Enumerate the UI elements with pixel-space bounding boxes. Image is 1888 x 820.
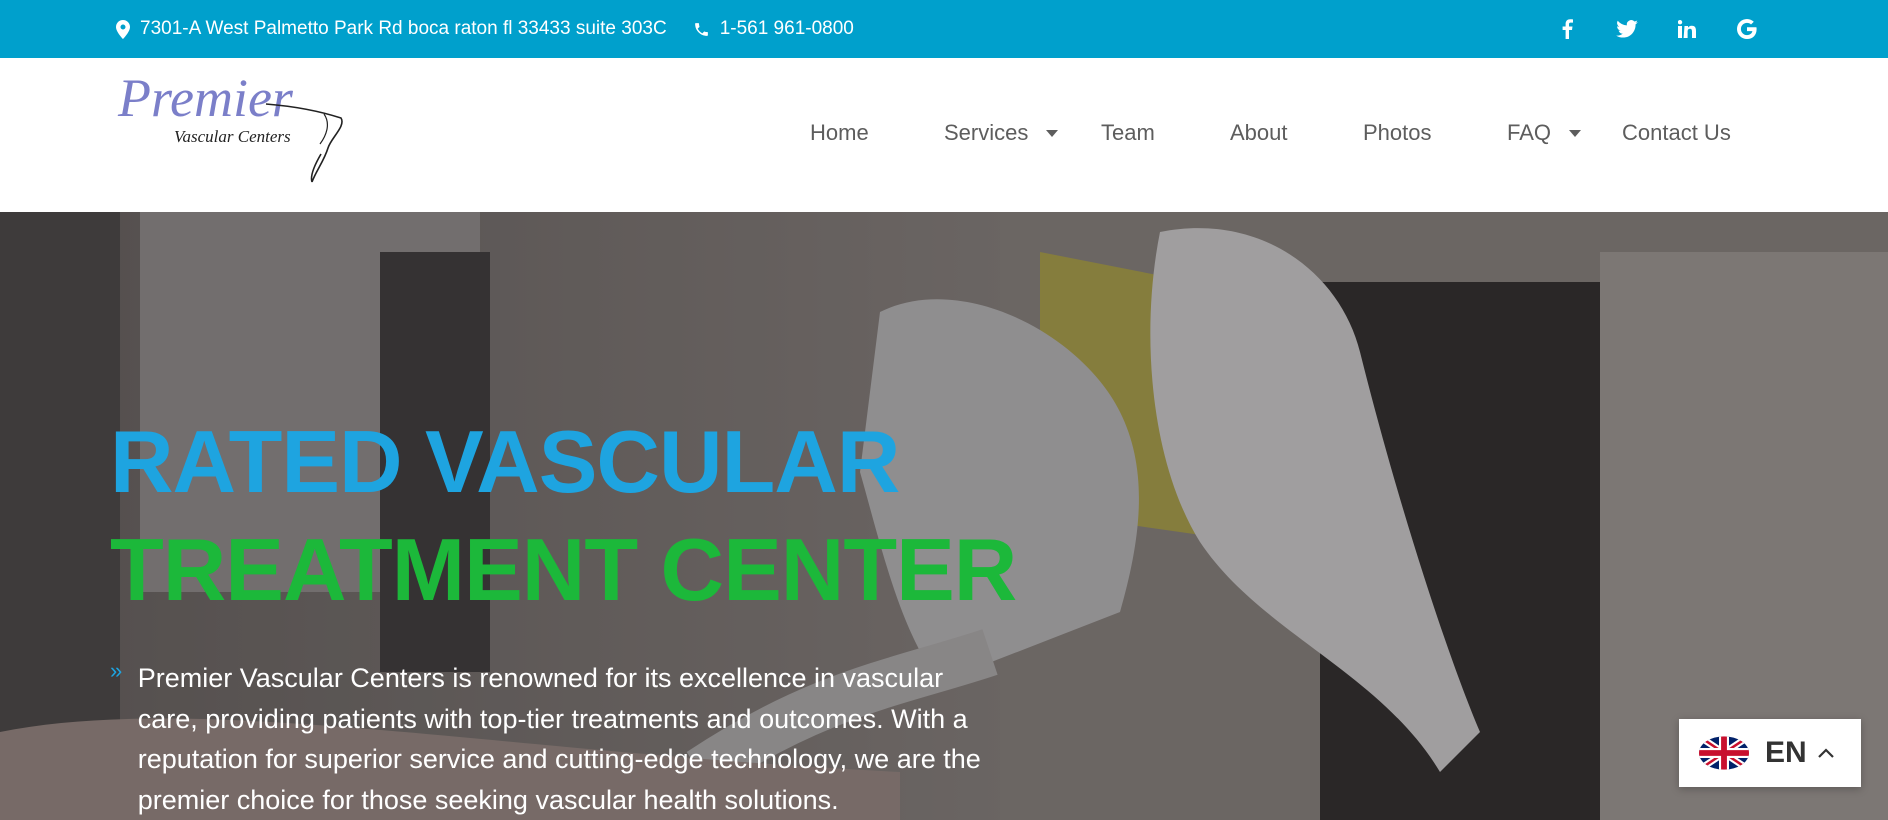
site-header: Premier Vascular Centers Home Services T… <box>0 58 1888 212</box>
hero-section: RATED VASCULAR TREATMENT CENTER » Premie… <box>0 212 1888 820</box>
nav-faq-label: FAQ <box>1507 120 1552 145</box>
nav-about[interactable]: About <box>1230 120 1288 146</box>
nav-team[interactable]: Team <box>1101 120 1155 146</box>
twitter-link[interactable] <box>1612 14 1642 44</box>
linkedin-link[interactable] <box>1672 14 1702 44</box>
nav-team-label: Team <box>1101 120 1155 145</box>
google-icon <box>1737 19 1757 39</box>
nav-services-label: Services <box>944 120 1029 145</box>
language-code: EN <box>1765 736 1807 769</box>
social-links <box>1522 0 1762 58</box>
hero-description: » Premier Vascular Centers is renowned f… <box>110 658 1010 820</box>
hero-description-text: Premier Vascular Centers is renowned for… <box>137 663 981 815</box>
uk-flag-icon <box>1699 736 1749 770</box>
google-link[interactable] <box>1732 14 1762 44</box>
nav-faq[interactable]: FAQ <box>1507 120 1582 146</box>
main-nav: Home Services Team About Photos FAQ Cont… <box>0 58 1888 212</box>
phone-text[interactable]: 1-561 961-0800 <box>720 18 854 40</box>
top-contact-bar: 7301-A West Palmetto Park Rd boca raton … <box>0 0 1888 58</box>
nav-about-label: About <box>1230 120 1288 145</box>
nav-photos[interactable]: Photos <box>1363 120 1432 146</box>
chevron-down-icon <box>1046 129 1059 137</box>
address-text: 7301-A West Palmetto Park Rd boca raton … <box>140 18 667 39</box>
linkedin-icon <box>1678 20 1696 38</box>
hero-headline-line2: TREATMENT CENTER <box>110 520 1017 619</box>
contact-info: 7301-A West Palmetto Park Rd boca raton … <box>116 0 880 58</box>
twitter-icon <box>1616 20 1638 38</box>
nav-home[interactable]: Home <box>810 120 869 146</box>
facebook-link[interactable] <box>1552 14 1582 44</box>
facebook-icon <box>1562 19 1573 39</box>
nav-photos-label: Photos <box>1363 120 1432 145</box>
nav-services[interactable]: Services <box>944 120 1059 146</box>
nav-home-label: Home <box>810 120 869 145</box>
address-item: 7301-A West Palmetto Park Rd boca raton … <box>116 18 667 40</box>
chevron-up-icon <box>1817 748 1834 758</box>
phone-item[interactable]: 1-561 961-0800 <box>693 18 854 40</box>
double-chevron-right-icon: » <box>110 658 123 683</box>
nav-contact-label: Contact Us <box>1622 120 1731 145</box>
chevron-down-icon <box>1569 129 1582 137</box>
nav-contact[interactable]: Contact Us <box>1622 120 1731 146</box>
map-pin-icon <box>116 19 130 39</box>
phone-icon <box>694 22 708 36</box>
language-selector[interactable]: EN <box>1679 719 1861 787</box>
hero-headline-line1: RATED VASCULAR <box>110 412 900 511</box>
